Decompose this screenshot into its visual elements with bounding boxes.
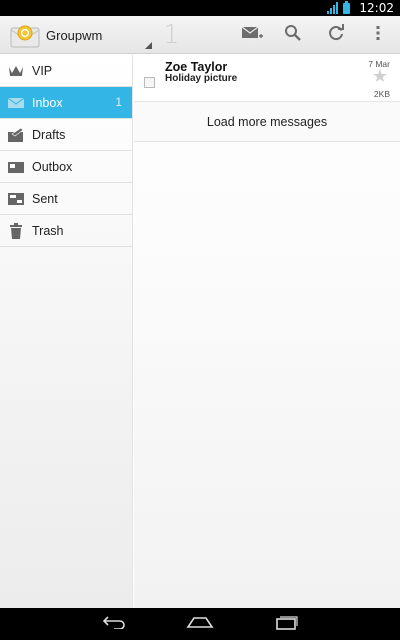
account-spinner-caret-icon[interactable]: [145, 42, 152, 49]
folder-item-sent[interactable]: Sent: [0, 183, 132, 215]
refresh-icon: [327, 23, 345, 47]
message-list-item[interactable]: Zoe Taylor Holiday picture 7 Mar ★ 2KB: [134, 55, 400, 102]
action-bar: Groupwm 1: [0, 16, 400, 54]
message-list: Zoe Taylor Holiday picture 7 Mar ★ 2KB L…: [134, 55, 400, 608]
folder-label: Sent: [32, 191, 58, 206]
message-subject: Holiday picture: [165, 73, 238, 84]
recent-apps-button[interactable]: [262, 608, 312, 640]
star-icon[interactable]: ★: [372, 67, 388, 85]
back-icon: [102, 615, 128, 634]
folder-label: Trash: [32, 223, 64, 238]
signal-icon: [327, 2, 339, 14]
search-icon: [284, 24, 302, 47]
folder-item-drafts[interactable]: Drafts: [0, 119, 132, 151]
folder-item-outbox[interactable]: Outbox: [0, 151, 132, 183]
overflow-menu-icon: [375, 25, 381, 46]
compose-mail-icon: [241, 25, 263, 46]
crown-icon: [8, 63, 24, 79]
folder-label: Drafts: [32, 127, 66, 142]
recent-apps-icon: [275, 614, 299, 635]
folder-label: Inbox: [32, 95, 63, 110]
account-name[interactable]: Groupwm: [46, 28, 102, 43]
load-more-button[interactable]: Load more messages: [134, 102, 400, 142]
folder-list: VIP Inbox 1 Drafts Outbox Sent Trash: [0, 55, 133, 608]
message-size: 2KB: [373, 89, 390, 99]
home-button[interactable]: [175, 608, 225, 640]
search-button[interactable]: [273, 16, 313, 54]
unread-count: 1: [163, 20, 180, 50]
email-app-icon[interactable]: [10, 24, 40, 48]
folder-item-vip[interactable]: VIP: [0, 55, 132, 87]
clock: 12:02: [359, 1, 394, 15]
status-icons: [327, 1, 350, 14]
overflow-menu-button[interactable]: [358, 16, 398, 54]
message-select-checkbox[interactable]: [144, 77, 155, 88]
folder-item-inbox[interactable]: Inbox 1: [0, 87, 132, 119]
refresh-button[interactable]: [316, 16, 356, 54]
folder-unread-count: 1: [115, 95, 122, 109]
status-bar: 12:02: [0, 0, 400, 16]
compose-button[interactable]: [232, 16, 272, 54]
folder-label: Outbox: [32, 159, 73, 174]
trash-icon: [8, 222, 24, 239]
message-sender: Zoe Taylor: [165, 60, 228, 74]
sent-icon: [8, 191, 24, 207]
navigation-bar: [0, 608, 400, 640]
folder-item-trash[interactable]: Trash: [0, 215, 132, 247]
outbox-icon: [8, 159, 24, 175]
home-icon: [186, 615, 214, 634]
folder-label: VIP: [32, 63, 53, 78]
drafts-icon: [8, 127, 24, 143]
back-button[interactable]: [90, 608, 140, 640]
battery-icon: [343, 1, 350, 14]
inbox-icon: [8, 95, 24, 111]
